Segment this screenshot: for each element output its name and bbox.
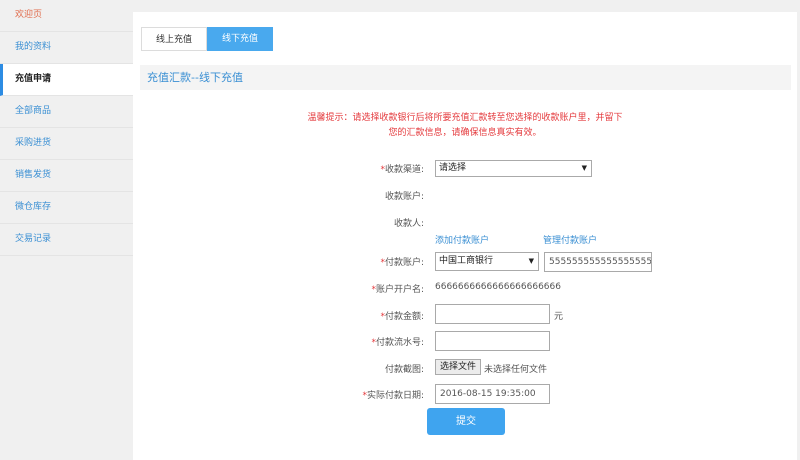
choose-file-button[interactable]: 选择文件 xyxy=(435,359,482,375)
add-payment-account-link[interactable]: 添加付款账户 xyxy=(435,233,489,246)
tab-offline-recharge[interactable]: 线下充值 xyxy=(207,27,273,51)
payment-bank-value: 中国工商银行 xyxy=(439,256,494,266)
account-holder-value: 6666666666666666666666 xyxy=(435,282,561,292)
sidebar-item-sales-shipping[interactable]: 销售发货 xyxy=(0,160,133,192)
recharge-tabs: 线上充值 线下充值 xyxy=(141,27,273,51)
sidebar-item-welcome[interactable]: 欢迎页 xyxy=(0,0,133,32)
sidebar-item-warehouse-stock[interactable]: 微仓库存 xyxy=(0,192,133,224)
submit-button[interactable]: 提交 xyxy=(427,408,505,435)
sidebar: 欢迎页 我的资料 充值申请 全部商品 采购进货 销售发货 微仓库存 交易记录 xyxy=(0,0,133,460)
receive-channel-label: *收款渠道: xyxy=(380,165,424,175)
sidebar-item-all-products[interactable]: 全部商品 xyxy=(0,96,133,128)
manage-payment-account-link[interactable]: 管理付款账户 xyxy=(543,233,597,246)
sidebar-item-recharge[interactable]: 充值申请 xyxy=(0,64,133,96)
serial-number-label: *付款流水号: xyxy=(371,338,424,348)
warm-tip-line-2: 您的汇款信息，请确保信息真实有效。 xyxy=(388,128,542,138)
warm-tip-line-1: 温馨提示：请选择收款银行后将所要充值汇款转至您选择的收款账户里，并留下 xyxy=(307,113,623,123)
section-title: 充值汇款--线下充值 xyxy=(140,65,791,90)
payment-account-number-input[interactable]: 555555555555555555555555 xyxy=(544,252,652,272)
receive-account-label: 收款账户: xyxy=(384,192,424,202)
sidebar-item-transactions[interactable]: 交易记录 xyxy=(0,224,133,256)
receive-channel-value: 请选择 xyxy=(439,163,467,173)
pay-date-input[interactable]: 2016-08-15 19:35:00 xyxy=(435,384,550,404)
receive-channel-select[interactable]: 请选择 ▼ xyxy=(435,160,592,177)
serial-number-input[interactable] xyxy=(435,331,550,351)
payee-label: 收款人: xyxy=(393,219,424,229)
file-status-text: 未选择任何文件 xyxy=(484,365,548,375)
amount-label: *付款金额: xyxy=(380,312,424,322)
amount-unit: 元 xyxy=(554,312,564,322)
warm-tip: 温馨提示：请选择收款银行后将所要充值汇款转至您选择的收款账户里，并留下 您的汇款… xyxy=(285,111,645,141)
screenshot-label: 付款截图: xyxy=(384,365,424,375)
tab-online-recharge[interactable]: 线上充值 xyxy=(141,27,207,51)
payment-bank-select[interactable]: 中国工商银行 ▼ xyxy=(435,252,539,271)
sidebar-item-purchase[interactable]: 采购进货 xyxy=(0,128,133,160)
chevron-down-icon: ▼ xyxy=(581,164,587,172)
amount-input[interactable] xyxy=(435,304,550,324)
sidebar-item-profile[interactable]: 我的资料 xyxy=(0,32,133,64)
payment-account-label: *付款账户: xyxy=(380,258,424,268)
main-panel: 线上充值 线下充值 充值汇款--线下充值 温馨提示：请选择收款银行后将所要充值汇款… xyxy=(133,12,797,460)
chevron-down-icon: ▼ xyxy=(528,257,534,265)
account-holder-label: *账户开户名: xyxy=(371,285,424,295)
pay-date-label: *实际付款日期: xyxy=(362,391,424,401)
